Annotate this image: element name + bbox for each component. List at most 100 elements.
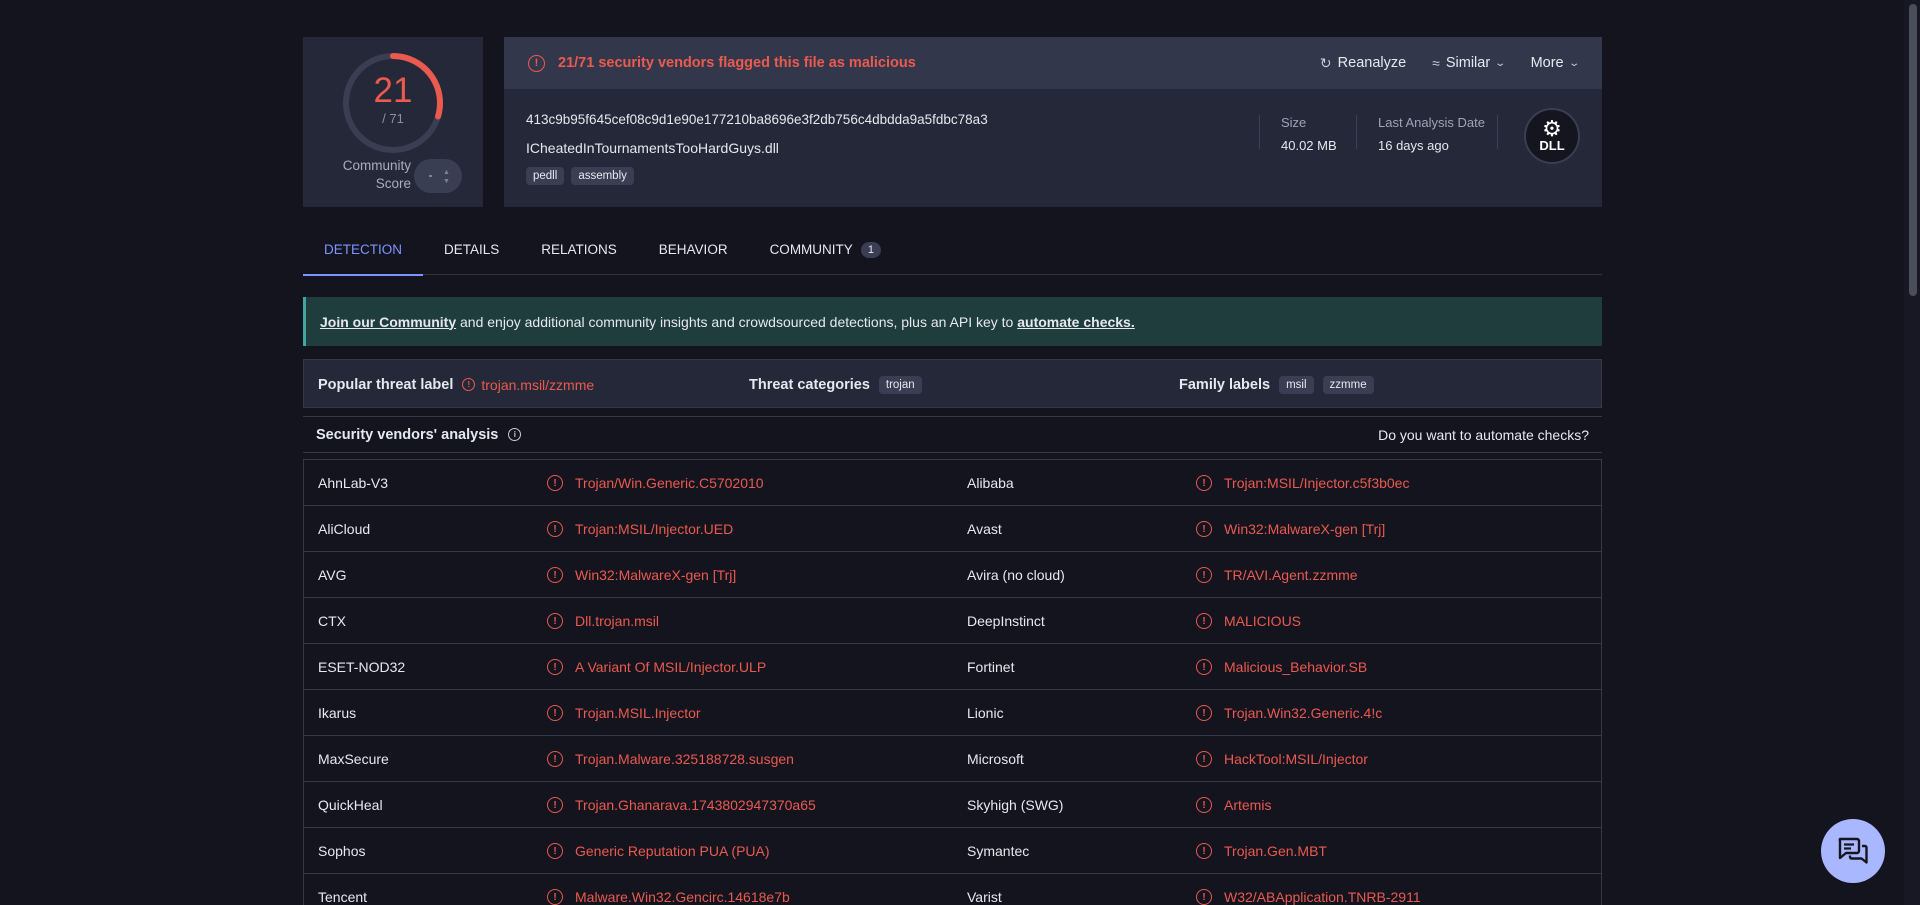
vendor-result: ! Trojan/Win.Generic.C5702010	[547, 460, 764, 506]
automate-checks-link[interactable]: automate checks.	[1017, 314, 1135, 330]
family-labels-title: Family labels	[1179, 376, 1271, 393]
vendor-result: ! HackTool:MSIL/Injector	[1196, 736, 1368, 782]
page-scrollbar[interactable]	[1904, 0, 1920, 905]
alert-icon: !	[1196, 843, 1212, 859]
vendor-result-text: A Variant Of MSIL/Injector.ULP	[575, 659, 767, 675]
alert-icon: !	[1196, 659, 1212, 675]
file-info-card: ! 21/71 security vendors flagged this fi…	[504, 37, 1602, 207]
vendor-name: Ikarus	[318, 705, 357, 721]
similar-label: Similar	[1445, 55, 1491, 71]
alert-icon: !	[1196, 751, 1212, 767]
file-name[interactable]: ICheatedInTournamentsTooHardGuys.dll	[526, 140, 779, 156]
tab-label: RELATIONS	[541, 242, 617, 257]
file-type-badge: ⚙ DLL	[1524, 108, 1580, 164]
file-details: 413c9b95f645cef08c9d1e90e177210ba8696e3f…	[504, 89, 1602, 207]
community-score-label: Community Score	[342, 158, 411, 191]
vendors-header: Security vendors' analysis i Do you want…	[303, 416, 1602, 453]
family-labels: Family labels msil zzmme	[1179, 360, 1374, 409]
vendor-result-text: Win32:MalwareX-gen [Trj]	[1224, 521, 1386, 537]
reanalyze-label: Reanalyze	[1337, 55, 1407, 71]
vendor-result: ! Win32:MalwareX-gen [Trj]	[547, 552, 736, 598]
tab-label: DETECTION	[324, 242, 403, 257]
alert-icon: !	[547, 889, 563, 905]
family-label-chip[interactable]: zzmme	[1322, 375, 1374, 394]
vendor-row: Sophos! Generic Reputation PUA (PUA) Syman…	[304, 828, 1601, 874]
vendor-result: ! Trojan.MSIL.Injector	[547, 690, 701, 736]
chat-button[interactable]	[1821, 819, 1885, 883]
chevron-down-icon: ⌄	[1567, 57, 1580, 69]
last-analysis-value: 16 days ago	[1378, 138, 1449, 153]
vendor-name: Microsoft	[967, 751, 1024, 767]
alert-icon: !	[547, 843, 563, 859]
alert-icon: !	[547, 705, 563, 721]
alert-icon: !	[547, 751, 563, 767]
info-icon[interactable]: i	[508, 428, 522, 441]
tab-detection[interactable]: DETECTION	[303, 224, 424, 276]
family-label-chip[interactable]: msil	[1279, 375, 1314, 394]
detection-count: 21	[373, 71, 413, 110]
tab-relations[interactable]: RELATIONS	[520, 224, 638, 275]
vendor-name: ESET-NOD32	[318, 659, 406, 675]
alert-icon: !	[547, 659, 563, 675]
vendor-name: Avira (no cloud)	[967, 567, 1065, 583]
vendor-result-text: Dll.trojan.msil	[575, 613, 660, 629]
more-button[interactable]: More ⌄	[1531, 55, 1580, 71]
vote-up-icon[interactable]: ▲	[443, 169, 450, 176]
detection-alert-text: 21/71 security vendors flagged this file…	[558, 55, 916, 71]
vendor-result: ! Trojan:MSIL/Injector.c5f3b0ec	[1196, 460, 1409, 506]
vendor-result: ! W32/ABApplication.TNRB-2911	[1196, 874, 1421, 905]
banner-text: and enjoy additional community insights …	[456, 313, 1018, 330]
vendor-name: AVG	[318, 567, 347, 583]
vendor-name: Alibaba	[967, 475, 1014, 491]
vendor-result-text: Trojan:MSIL/Injector.UED	[575, 521, 734, 537]
tab-details[interactable]: DETAILS	[423, 224, 520, 275]
community-vote-widget[interactable]: ▲ ▼	[414, 159, 462, 193]
file-tag[interactable]: pedll	[526, 167, 565, 185]
alert-icon: !	[1196, 521, 1212, 537]
vendors-title: Security vendors' analysis	[316, 426, 499, 443]
vendor-result: ! MALICIOUS	[1196, 598, 1301, 644]
tab-behavior[interactable]: BEHAVIOR	[638, 224, 749, 275]
file-hash[interactable]: 413c9b95f645cef08c9d1e90e177210ba8696e3f…	[526, 112, 988, 127]
file-size-value: 40.02 MB	[1281, 138, 1337, 153]
alert-icon: !	[1196, 567, 1212, 583]
file-tag[interactable]: assembly	[571, 167, 634, 185]
tab-label: DETAILS	[444, 242, 500, 257]
alert-icon: !	[528, 54, 545, 72]
vendor-result: ! TR/AVI.Agent.zzmme	[1196, 552, 1358, 598]
alert-icon: !	[547, 613, 563, 629]
vendor-result-text: Malware.Win32.Gencirc.14618e7b	[575, 889, 790, 905]
automate-checks-prompt[interactable]: Do you want to automate checks?	[1378, 427, 1589, 443]
popular-threat-value-wrap[interactable]: ! trojan.msil/zzmme	[462, 377, 594, 393]
tab-community[interactable]: COMMUNITY 1	[749, 224, 902, 275]
vendor-row: AliCloud! Trojan:MSIL/Injector.UED Avast! W…	[304, 506, 1601, 552]
file-size: Size 40.02 MB	[1259, 115, 1337, 153]
scrollbar-thumb[interactable]	[1909, 4, 1917, 296]
vendors-table: AhnLab-V3! Trojan/Win.Generic.C5702010 Ali…	[303, 459, 1602, 905]
vendor-name: Lionic	[967, 705, 1004, 721]
reanalyze-button[interactable]: ↻ Reanalyze	[1320, 55, 1406, 72]
vendor-name: CTX	[318, 613, 346, 629]
vendor-name: Varist	[967, 889, 1002, 905]
dll-gear-icon: ⚙	[1542, 116, 1562, 141]
alert-icon: !	[547, 475, 563, 491]
vendor-row: CTX! Dll.trojan.msil DeepInstinct! MALICIOU…	[304, 598, 1601, 644]
chat-icon	[1838, 837, 1868, 864]
vendor-name: MaxSecure	[318, 751, 389, 767]
alert-icon: !	[1196, 889, 1212, 905]
refresh-icon: ↻	[1319, 54, 1332, 71]
vendor-result-text: Generic Reputation PUA (PUA)	[575, 843, 770, 859]
detection-total: / 71	[382, 111, 404, 126]
vendor-name: Symantec	[967, 843, 1030, 859]
vote-down-icon[interactable]: ▼	[443, 178, 450, 185]
vendor-result: ! Malware.Win32.Gencirc.14618e7b	[547, 874, 790, 905]
vendor-result-text: Trojan.Malware.325188728.susgen	[575, 751, 794, 767]
vendor-row: QuickHeal! Trojan.Ghanarava.1743802947370…	[304, 782, 1601, 828]
popular-threat-value: trojan.msil/zzmme	[481, 376, 595, 393]
alert-icon: !	[547, 521, 563, 537]
similar-button[interactable]: ≈ Similar ⌄	[1432, 55, 1506, 71]
vendor-result-text: TR/AVI.Agent.zzmme	[1224, 567, 1358, 583]
file-size-label: Size	[1281, 115, 1307, 130]
join-community-link[interactable]: Join our Community	[320, 314, 456, 330]
threat-category-chip[interactable]: trojan	[878, 375, 922, 394]
